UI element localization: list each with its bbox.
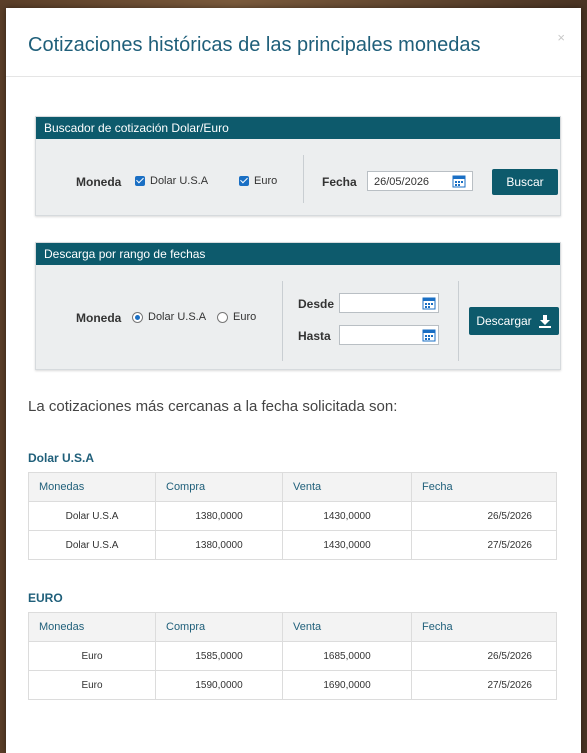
usd-radio-dot[interactable]	[132, 311, 143, 323]
cell-moneda: Dolar U.S.A	[28, 530, 156, 560]
table-row: Euro 1590,0000 1690,0000 27/5/2026	[28, 670, 557, 700]
fecha-label: Fecha	[322, 175, 357, 189]
eur-section-title: EURO	[28, 591, 63, 605]
usd-checkbox-label: Dolar U.S.A	[150, 175, 209, 187]
descargar-button[interactable]: Descargar	[469, 307, 559, 335]
eur-table: Monedas Compra Venta Fecha Euro 1585,000…	[28, 612, 557, 700]
table-row: Euro 1585,0000 1685,0000 26/5/2026	[28, 641, 557, 671]
table-row: Dolar U.S.A 1380,0000 1430,0000 27/5/202…	[28, 530, 557, 560]
calendar-icon[interactable]	[452, 174, 466, 188]
moneda-label: Moneda	[76, 175, 122, 189]
download-panel: Descarga por rango de fechas Moneda Dola…	[35, 242, 561, 370]
moneda-label-2: Moneda	[76, 311, 122, 325]
search-panel-header: Buscador de cotización Dolar/Euro	[36, 117, 560, 139]
cell-fecha: 27/5/2026	[411, 530, 557, 560]
usd-checkbox[interactable]: Dolar U.S.A	[135, 175, 208, 187]
col-monedas: Monedas	[28, 472, 156, 502]
eur-checkbox-label: Euro	[254, 175, 278, 187]
close-icon[interactable]: ×	[557, 30, 565, 45]
col-monedas: Monedas	[28, 612, 156, 642]
cell-compra: 1380,0000	[155, 501, 283, 531]
col-compra: Compra	[155, 612, 283, 642]
modal-title: Cotizaciones históricas de las principal…	[28, 34, 481, 56]
table-header-row: Monedas Compra Venta Fecha	[28, 612, 557, 642]
cell-compra: 1585,0000	[155, 641, 283, 671]
history-modal: Cotizaciones históricas de las principal…	[6, 8, 581, 753]
cell-venta: 1690,0000	[282, 670, 412, 700]
col-fecha: Fecha	[411, 472, 557, 502]
cell-compra: 1380,0000	[155, 530, 283, 560]
cell-fecha: 27/5/2026	[411, 670, 557, 700]
desde-label: Desde	[298, 297, 335, 311]
download-panel-header: Descarga por rango de fechas	[36, 243, 560, 265]
cell-venta: 1430,0000	[282, 501, 412, 531]
eur-checkbox-box[interactable]	[239, 176, 249, 186]
search-panel: Buscador de cotización Dolar/Euro Moneda…	[35, 116, 561, 216]
usd-radio[interactable]: Dolar U.S.A	[132, 311, 206, 323]
usd-checkbox-box[interactable]	[135, 176, 145, 186]
usd-section-title: Dolar U.S.A	[28, 451, 95, 465]
eur-radio[interactable]: Euro	[217, 311, 256, 323]
table-row: Dolar U.S.A 1380,0000 1430,0000 26/5/202…	[28, 501, 557, 531]
cell-moneda: Dolar U.S.A	[28, 501, 156, 531]
col-venta: Venta	[282, 472, 412, 502]
cell-compra: 1590,0000	[155, 670, 283, 700]
divider-3	[458, 281, 459, 361]
cell-moneda: Euro	[28, 670, 156, 700]
hasta-label: Hasta	[298, 329, 331, 343]
col-venta: Venta	[282, 612, 412, 642]
modal-header: Cotizaciones históricas de las principal…	[6, 8, 581, 77]
calendar-icon[interactable]	[422, 328, 436, 342]
divider	[303, 155, 304, 203]
col-fecha: Fecha	[411, 612, 557, 642]
cell-fecha: 26/5/2026	[411, 501, 557, 531]
divider-2	[282, 281, 283, 361]
cell-venta: 1685,0000	[282, 641, 412, 671]
calendar-icon[interactable]	[422, 296, 436, 310]
cell-fecha: 26/5/2026	[411, 641, 557, 671]
cell-venta: 1430,0000	[282, 530, 412, 560]
cell-moneda: Euro	[28, 641, 156, 671]
buscar-button[interactable]: Buscar	[492, 169, 558, 195]
eur-radio-dot[interactable]	[217, 311, 228, 323]
table-header-row: Monedas Compra Venta Fecha	[28, 472, 557, 502]
download-icon	[538, 315, 551, 328]
eur-radio-label: Euro	[233, 311, 257, 323]
usd-table: Monedas Compra Venta Fecha Dolar U.S.A 1…	[28, 472, 557, 560]
descargar-label: Descargar	[476, 314, 532, 328]
col-compra: Compra	[155, 472, 283, 502]
results-intro: La cotizaciones más cercanas a la fecha …	[28, 398, 398, 415]
usd-radio-label: Dolar U.S.A	[148, 311, 207, 323]
eur-checkbox[interactable]: Euro	[239, 175, 277, 187]
